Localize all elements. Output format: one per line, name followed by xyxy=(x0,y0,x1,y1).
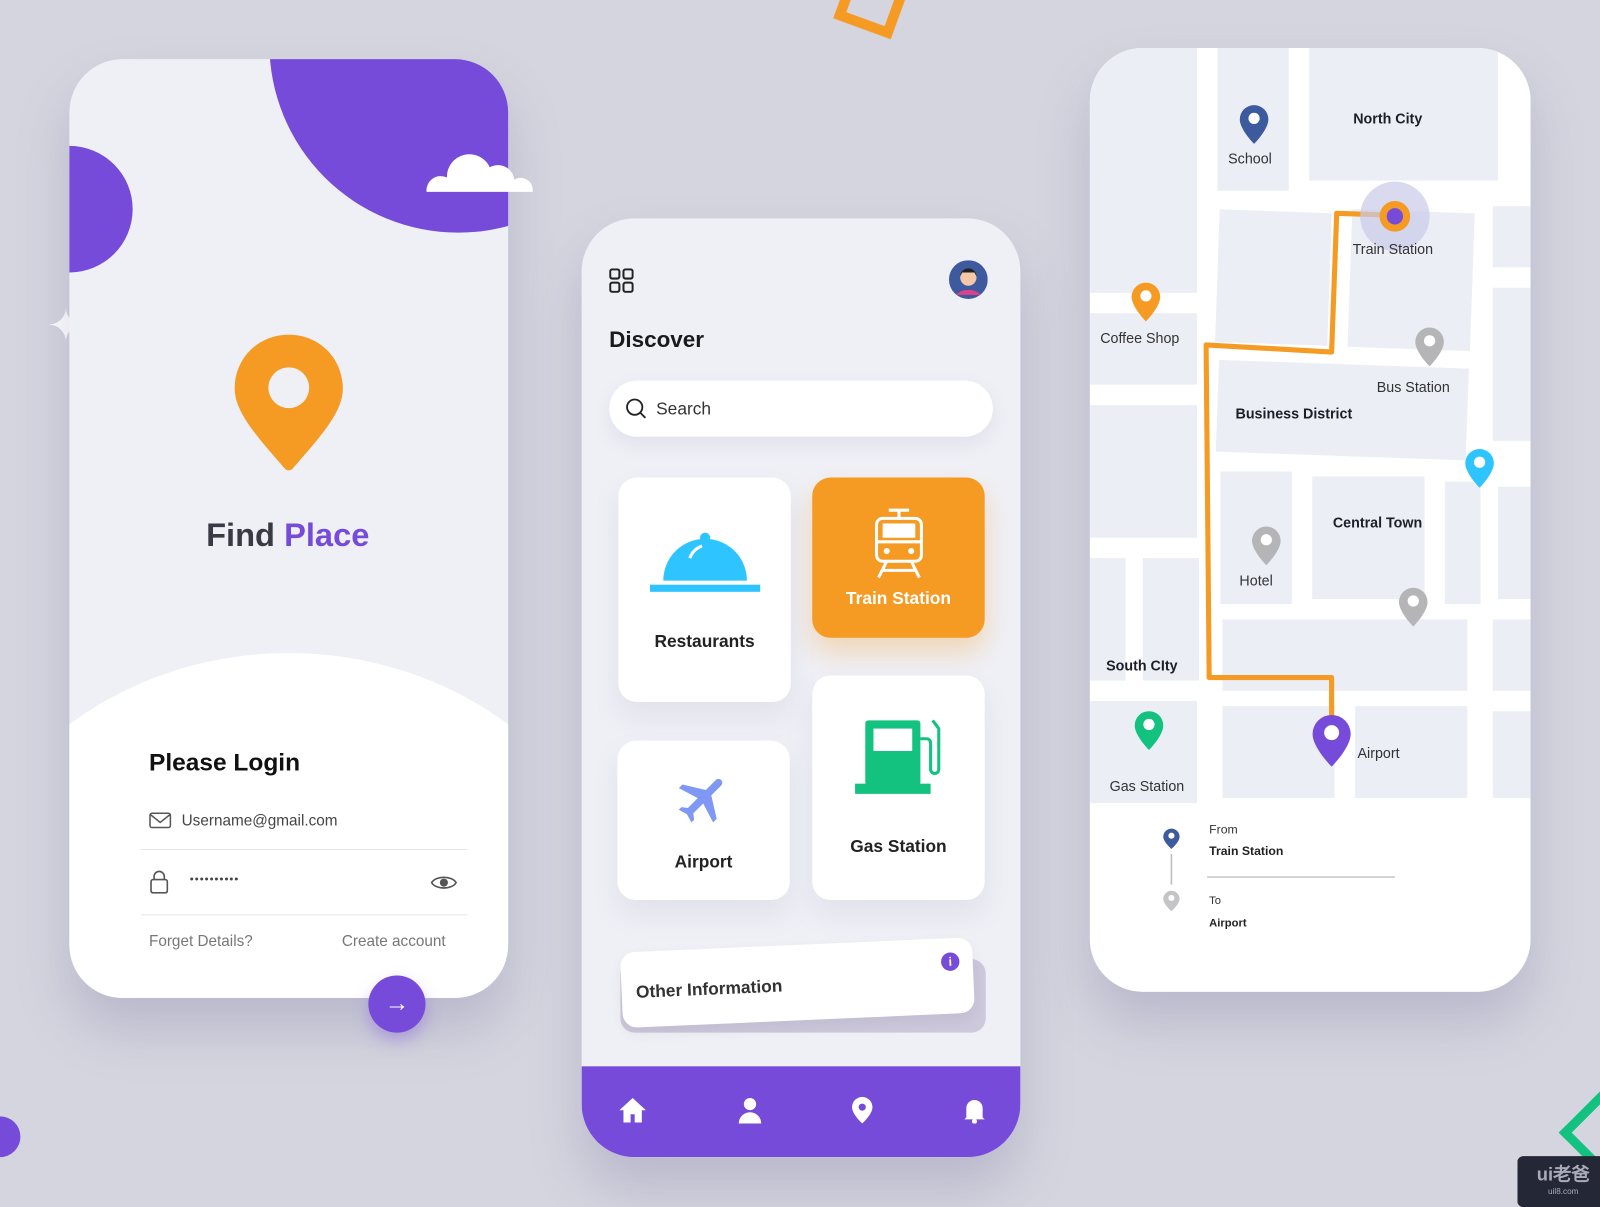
location-icon[interactable] xyxy=(851,1096,873,1125)
home-icon[interactable] xyxy=(618,1097,647,1124)
cloche-icon xyxy=(649,532,760,592)
category-label: Train Station xyxy=(845,588,951,608)
avatar[interactable] xyxy=(948,260,988,299)
bell-icon[interactable] xyxy=(963,1097,985,1124)
email-field[interactable]: Username@gmail.com xyxy=(182,812,338,829)
purple-blob xyxy=(269,59,509,233)
create-account-link[interactable]: Create account xyxy=(342,933,446,950)
grid-menu-icon[interactable] xyxy=(609,268,634,293)
watermark-logo: ui老爸 xyxy=(1536,1164,1590,1185)
bottom-nav xyxy=(581,1066,1021,1158)
info-icon[interactable]: i xyxy=(940,952,960,972)
route-card: From Train Station To Airport xyxy=(1127,811,1487,957)
map-label-north-city: North City xyxy=(1353,110,1423,127)
map-label-south-city: South CIty xyxy=(1106,657,1178,674)
other-info-label: Other Information xyxy=(635,976,783,1002)
watermark: ui老爸 uil8.com xyxy=(1517,1156,1600,1207)
eye-icon[interactable] xyxy=(430,873,458,891)
location-pin-logo-icon xyxy=(234,334,343,471)
category-airport[interactable]: Airport xyxy=(617,740,790,900)
search-placeholder: Search xyxy=(656,398,712,418)
login-heading: Please Login xyxy=(148,748,301,777)
arrow-right-icon: → xyxy=(384,989,410,1018)
login-submit-button[interactable]: → xyxy=(368,975,426,1033)
user-icon[interactable] xyxy=(738,1097,762,1124)
map-label-bus-station: Bus Station xyxy=(1376,378,1450,395)
map-label-gas-station: Gas Station xyxy=(1109,777,1185,794)
to-label: To xyxy=(1209,894,1222,908)
map-label-airport: Airport xyxy=(1357,744,1400,762)
other-info-card[interactable]: Other Information i xyxy=(619,937,975,1029)
deco-purple-dot xyxy=(0,1116,21,1158)
title-find: Find xyxy=(206,516,275,554)
title-place: Place xyxy=(284,516,370,554)
map-label-school: School xyxy=(1228,149,1272,167)
category-label: Airport xyxy=(674,852,733,872)
from-value[interactable]: Train Station xyxy=(1209,844,1283,858)
search-icon xyxy=(626,398,647,418)
map-label-business-district: Business District xyxy=(1235,405,1353,422)
map-screen: School North City Train Station Coffee S… xyxy=(1089,47,1531,992)
map-label-train-station: Train Station xyxy=(1352,240,1434,258)
from-pin-icon xyxy=(1163,828,1180,912)
category-label: Gas Station xyxy=(850,836,947,857)
deco-orange-square xyxy=(833,0,912,40)
mail-icon xyxy=(149,812,172,829)
divider xyxy=(140,914,468,916)
password-field[interactable]: •••••••••• xyxy=(190,873,240,885)
forgot-details-link[interactable]: Forget Details? xyxy=(149,933,253,950)
map-label-coffee-shop: Coffee Shop xyxy=(1100,329,1180,346)
watermark-site: uil8.com xyxy=(1548,1186,1579,1196)
divider xyxy=(140,848,468,850)
train-icon xyxy=(874,508,923,578)
purple-half-circle xyxy=(69,145,133,273)
app-title: Find Place xyxy=(69,516,506,554)
to-value[interactable]: Airport xyxy=(1209,917,1246,929)
category-label: Restaurants xyxy=(654,631,755,652)
map-label-hotel: Hotel xyxy=(1239,572,1273,589)
category-train-station[interactable]: Train Station xyxy=(812,477,985,638)
lock-icon xyxy=(150,870,169,894)
category-gas-station[interactable]: Gas Station xyxy=(812,675,985,900)
discover-title: Discover xyxy=(609,326,705,353)
search-input[interactable]: Search xyxy=(609,380,993,437)
login-screen: Find Place Please Login Username@gmail.c… xyxy=(69,59,509,998)
cloud-icon xyxy=(426,154,533,192)
category-restaurants[interactable]: Restaurants xyxy=(618,477,791,703)
airplane-icon xyxy=(678,778,722,823)
from-label: From xyxy=(1209,822,1238,837)
map-label-central-town: Central Town xyxy=(1332,514,1423,531)
divider xyxy=(1207,876,1395,878)
discover-screen: Discover Search Restaurants Train Statio… xyxy=(581,218,1021,1158)
fuel-pump-icon xyxy=(854,719,940,794)
